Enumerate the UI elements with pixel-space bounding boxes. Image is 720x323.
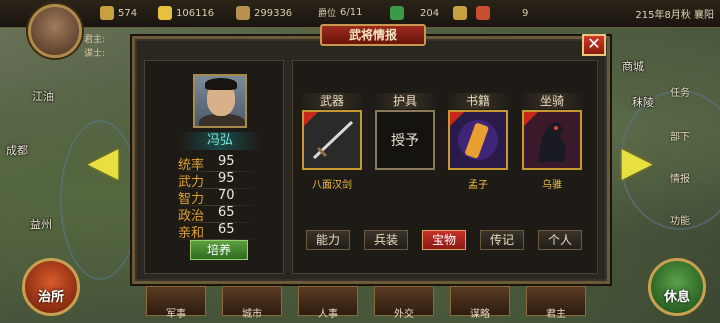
dialog-title: 武将情报	[320, 24, 426, 46]
lord-button[interactable]: 君主	[526, 286, 586, 320]
personnel-button[interactable]: 人事	[298, 286, 358, 320]
armor-slot[interactable]: 授予	[375, 110, 435, 170]
city-jiangyou[interactable]: 江油	[32, 88, 54, 104]
resource-grain: 299336	[236, 6, 292, 20]
strategy-button[interactable]: 谋略	[450, 286, 510, 320]
tab-ability[interactable]: 能力	[306, 230, 350, 250]
rest-button[interactable]: 休息	[648, 258, 706, 316]
stat-war: 武力 95	[178, 171, 258, 190]
coin-icon	[100, 6, 114, 20]
city-moling[interactable]: 秣陵	[632, 94, 654, 110]
date-location: 215年8月秋 襄阳	[635, 10, 714, 21]
close-button[interactable]: ✕	[582, 34, 606, 56]
diplomacy-button[interactable]: 外交	[374, 286, 434, 320]
sword-icon	[304, 112, 360, 168]
task-button[interactable]: 任务	[670, 84, 690, 99]
slot-header-mount: 坐骑	[520, 93, 584, 109]
tab-biography[interactable]: 传记	[480, 230, 524, 250]
weapon-slot[interactable]	[302, 110, 362, 170]
slot-header-book: 书籍	[446, 93, 510, 109]
add-icon[interactable]	[453, 6, 468, 20]
slot-header-weapon: 武器	[300, 93, 364, 109]
tab-treasure[interactable]: 宝物	[422, 230, 466, 250]
resource-coin: 574	[100, 6, 137, 20]
slot-header-armor: 护具	[373, 93, 437, 109]
scroll-icon	[476, 6, 490, 20]
stat-leadership: 统率 95	[178, 154, 258, 173]
military-button[interactable]: 军事	[146, 286, 206, 320]
city-shangcheng[interactable]: 商城	[622, 58, 644, 74]
jade-icon	[390, 6, 404, 20]
general-portrait	[193, 74, 247, 128]
governance-button[interactable]: 治所	[22, 258, 80, 316]
general-name: 冯弘	[180, 132, 260, 150]
player-avatar[interactable]	[28, 4, 82, 58]
rank-display: 爵位 6/11	[318, 7, 363, 19]
book-slot[interactable]	[448, 110, 508, 170]
stat-intelligence: 智力 70	[178, 188, 258, 207]
function-button[interactable]: 功能	[670, 212, 690, 227]
grain-icon	[236, 6, 250, 20]
book-name: 孟子	[468, 180, 488, 191]
lord-label: 君主:	[84, 35, 106, 45]
stat-charm: 亲和 65	[178, 222, 258, 241]
scroll-book-icon	[450, 112, 506, 168]
weapon-name: 八面汉剑	[312, 180, 352, 191]
advisor-label: 谋士:	[84, 49, 106, 59]
subordinates-button[interactable]: 部下	[670, 128, 690, 143]
horse-icon	[524, 112, 580, 168]
mount-name: 乌骓	[542, 180, 562, 191]
city-button[interactable]: 城市	[222, 286, 282, 320]
tab-equipment[interactable]: 兵装	[364, 230, 408, 250]
intel-button[interactable]: 情报	[670, 170, 690, 185]
mount-slot[interactable]	[522, 110, 582, 170]
stat-politics: 政治 65	[178, 205, 258, 224]
train-button[interactable]: 培养	[190, 240, 248, 260]
item1-display: 204	[390, 6, 468, 20]
tab-personal[interactable]: 个人	[538, 230, 582, 250]
gold-icon	[158, 6, 172, 20]
city-chengdu[interactable]: 成都	[6, 142, 28, 158]
grant-label: 授予	[391, 133, 419, 149]
prev-general-arrow-icon[interactable]: ◀	[84, 140, 122, 184]
resource-gold: 106116	[158, 6, 214, 20]
city-yizhou[interactable]: 益州	[30, 216, 52, 232]
item2-display: 9	[476, 6, 528, 20]
next-general-arrow-icon[interactable]: ▶	[618, 140, 656, 184]
